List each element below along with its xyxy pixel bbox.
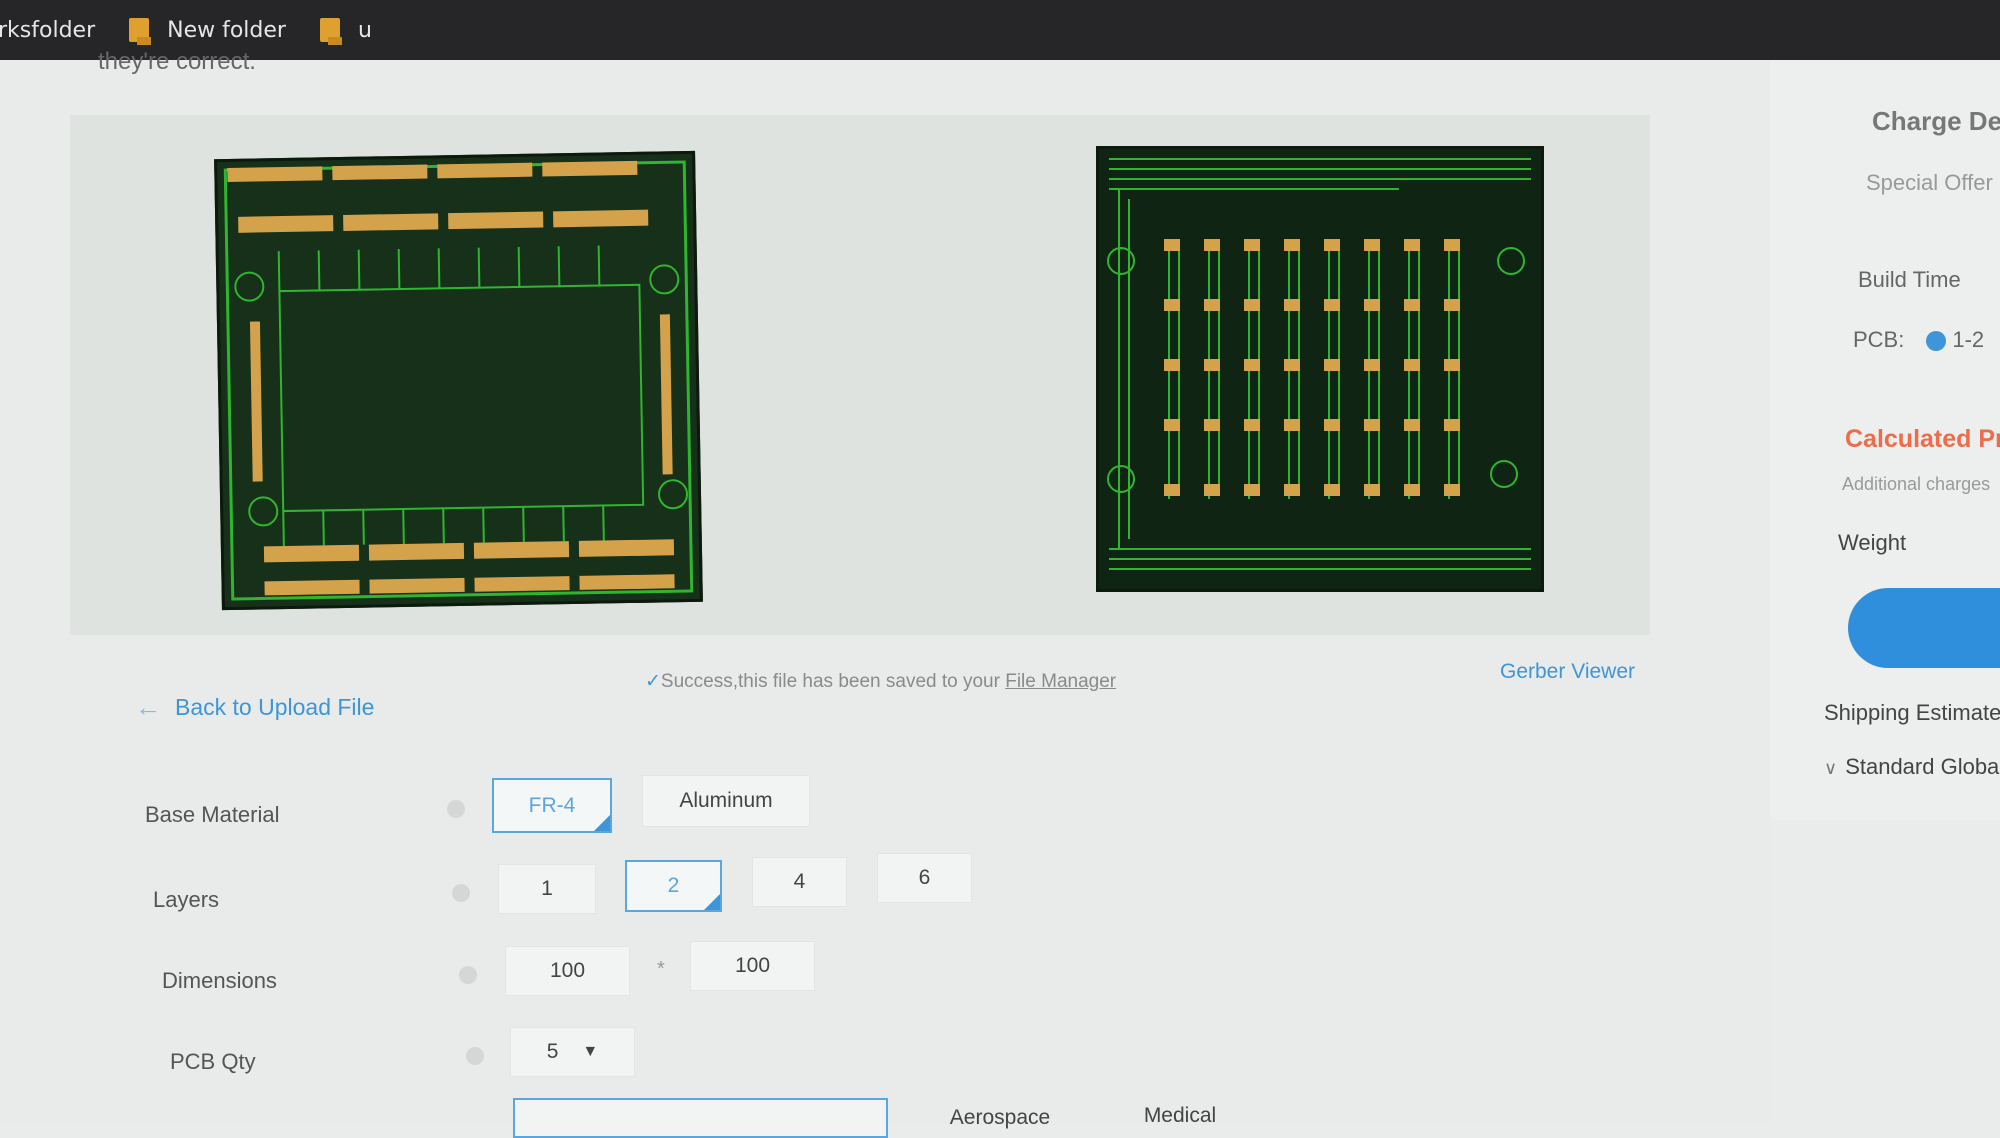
shipping-method-select[interactable]: ∨ Standard Globa: [1824, 754, 1999, 780]
pcb-build-option[interactable]: PCB: 1-2: [1853, 327, 1984, 353]
layers-option-1[interactable]: 1: [498, 864, 596, 914]
shipping-method-label: Standard Globa: [1845, 754, 2000, 779]
pcb-option-label: 1-2: [1952, 327, 1985, 352]
dimension-width-input[interactable]: 100: [505, 946, 630, 996]
charge-details-title: Charge De: [1872, 106, 2000, 136]
back-link-label: Back to Upload File: [175, 694, 375, 720]
layers-label: Layers: [153, 887, 220, 912]
weight-label: Weight: [1838, 530, 1907, 555]
success-text: Success,this file has been saved to your: [660, 671, 1000, 692]
chevron-down-icon: ∨: [1824, 758, 1838, 778]
bookmark-rksfolder[interactable]: rksfolder: [0, 18, 95, 43]
gerber-viewer-link[interactable]: Gerber Viewer: [1500, 660, 1635, 684]
layers-option-2[interactable]: 2: [625, 860, 722, 912]
base-material-fr4[interactable]: FR-4: [492, 778, 612, 833]
pcb-label: PCB:: [1853, 327, 1905, 352]
base-material-aluminum[interactable]: Aluminum: [642, 775, 810, 827]
radio-selected-icon[interactable]: [1926, 331, 1947, 352]
upload-success-message: ✓Success,this file has been saved to you…: [645, 670, 1116, 693]
bookmark-label: u: [357, 17, 372, 43]
help-icon[interactable]: [466, 1047, 484, 1065]
help-icon[interactable]: [447, 800, 465, 818]
base-material-label: Base Material: [145, 802, 280, 827]
layers-option-6[interactable]: 6: [877, 853, 972, 903]
help-icon[interactable]: [459, 966, 477, 984]
bookmark-new-folder[interactable]: New folder: [129, 17, 286, 45]
bookmark-label: rksfolder: [0, 17, 96, 43]
bookmarks-bar: rksfolder New folder u: [0, 0, 2000, 60]
product-type-medical[interactable]: Medical: [1105, 1096, 1255, 1136]
special-offer-label: Special Offer: [1866, 170, 1993, 195]
shipping-estimate-title: Shipping Estimate: [1824, 700, 2000, 725]
dimension-height-input[interactable]: 100: [690, 941, 815, 991]
additional-charges-label: Additional charges: [1842, 474, 1991, 494]
pcb-qty-value: 5: [546, 1040, 559, 1063]
folder-icon: [319, 18, 342, 45]
calculated-price-title: Calculated Pr: [1845, 425, 2000, 453]
folder-icon: [129, 18, 152, 45]
clipped-instruction-text: they're correct.: [98, 48, 256, 75]
check-icon: ✓: [645, 671, 661, 692]
chevron-down-icon: ▼: [582, 1043, 599, 1060]
pcb-qty-label: PCB Qty: [170, 1049, 256, 1074]
dimension-separator: *: [657, 958, 665, 980]
bookmark-u[interactable]: u: [319, 17, 372, 45]
pcb-bottom-preview: [1096, 146, 1544, 592]
product-type-selected[interactable]: [513, 1098, 888, 1138]
arrow-left-icon: ←: [135, 692, 161, 722]
pcb-top-preview: [214, 150, 703, 611]
layers-option-4[interactable]: 4: [752, 857, 847, 907]
product-type-aerospace[interactable]: Aerospace: [915, 1098, 1085, 1138]
file-manager-link[interactable]: File Manager: [1005, 671, 1116, 692]
pcb-qty-select[interactable]: 5 ▼: [510, 1027, 635, 1077]
help-icon[interactable]: [452, 884, 470, 902]
save-to-cart-button[interactable]: [1848, 588, 2000, 668]
build-time-label: Build Time: [1858, 267, 1961, 292]
dimensions-label: Dimensions: [162, 968, 277, 993]
bookmark-label: New folder: [167, 17, 286, 43]
back-to-upload-link[interactable]: ← Back to Upload File: [135, 692, 374, 723]
